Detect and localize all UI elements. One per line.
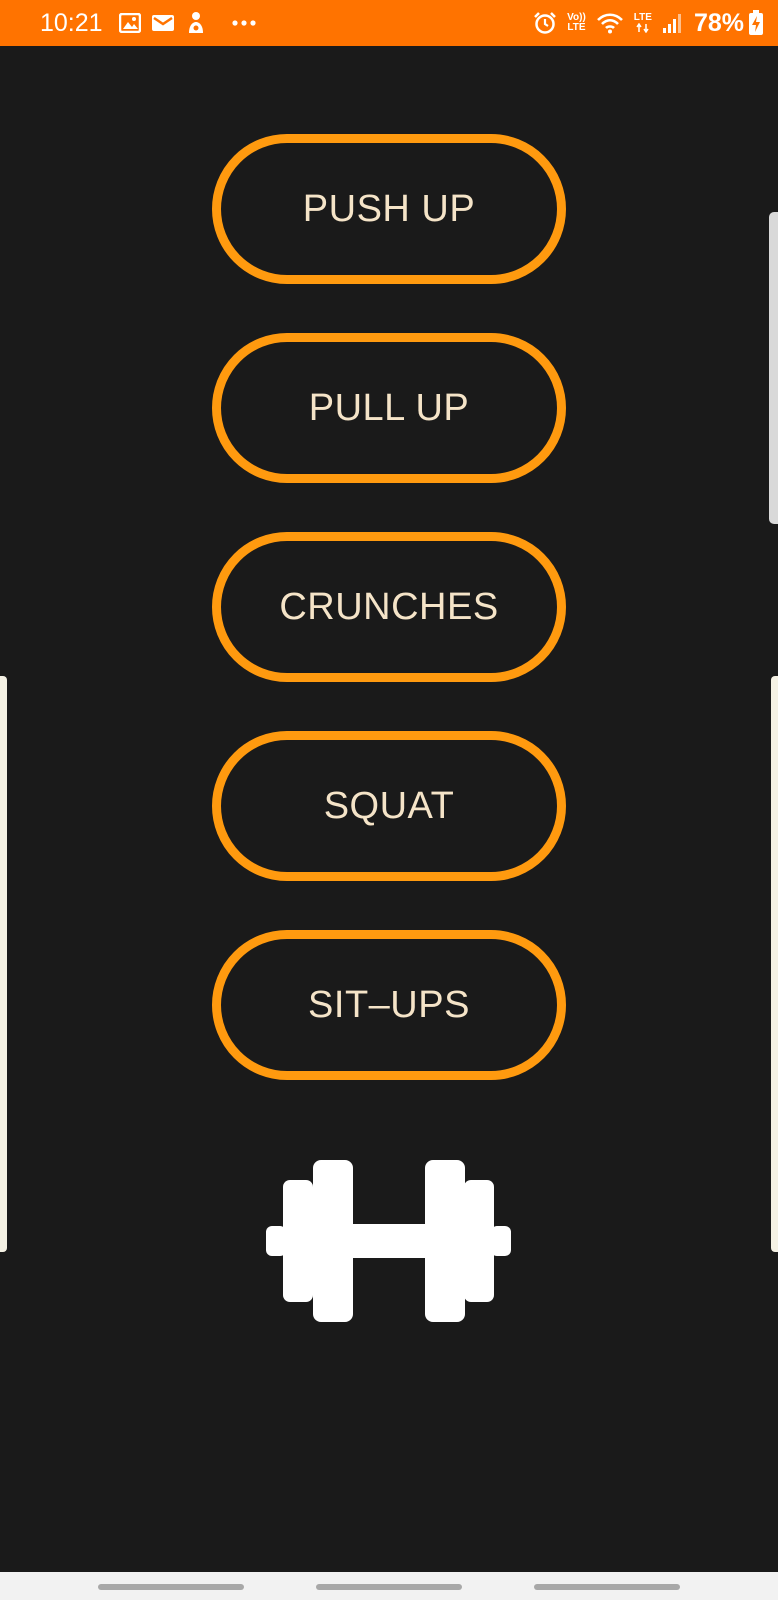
gallery-icon bbox=[118, 13, 141, 33]
exercise-label: PUSH UP bbox=[302, 187, 476, 230]
scrollbar[interactable] bbox=[769, 212, 778, 524]
edge-panel-handle-right[interactable] bbox=[771, 676, 778, 1252]
squat-button[interactable]: SQUAT bbox=[212, 731, 566, 881]
exercise-label: SQUAT bbox=[323, 784, 455, 827]
status-left: 10:21 bbox=[40, 9, 267, 38]
navigation-bar bbox=[0, 1572, 778, 1600]
crunches-button[interactable]: CRUNCHES bbox=[212, 532, 566, 682]
battery-charging-icon bbox=[748, 10, 764, 36]
nav-back-button[interactable] bbox=[534, 1584, 680, 1590]
exercise-label: CRUNCHES bbox=[279, 585, 499, 628]
more-dots-icon bbox=[231, 19, 257, 27]
wifi-icon bbox=[596, 12, 624, 34]
notification-icon bbox=[185, 11, 207, 35]
exercise-label: SIT–UPS bbox=[308, 983, 470, 1026]
status-right: Vo)) LTE LTE 78% bbox=[533, 9, 764, 38]
status-bar: 10:21 Vo)) LTE LTE 78% bbox=[0, 0, 778, 46]
volte-text-bottom: LTE bbox=[567, 22, 586, 33]
signal-icon bbox=[662, 12, 684, 34]
dumbbell-icon bbox=[266, 1160, 511, 1322]
nav-recents-button[interactable] bbox=[98, 1584, 244, 1590]
pull-up-button[interactable]: PULL UP bbox=[212, 333, 566, 483]
mail-icon bbox=[151, 13, 175, 33]
lte-icon: LTE bbox=[634, 13, 652, 33]
lte-text: LTE bbox=[633, 12, 652, 23]
nav-home-button[interactable] bbox=[316, 1584, 462, 1590]
battery-percent: 78% bbox=[693, 8, 744, 37]
app-screen: 10:21 Vo)) LTE LTE 78% PUSH UP PULL UP C… bbox=[0, 0, 778, 1600]
push-up-button[interactable]: PUSH UP bbox=[212, 134, 566, 284]
status-time: 10:21 bbox=[40, 8, 103, 37]
edge-panel-handle-left[interactable] bbox=[0, 676, 7, 1252]
volte-icon: Vo)) LTE bbox=[567, 13, 586, 33]
exercise-label: PULL UP bbox=[308, 386, 470, 429]
alarm-icon bbox=[533, 11, 557, 35]
sit-ups-button[interactable]: SIT–UPS bbox=[212, 930, 566, 1080]
